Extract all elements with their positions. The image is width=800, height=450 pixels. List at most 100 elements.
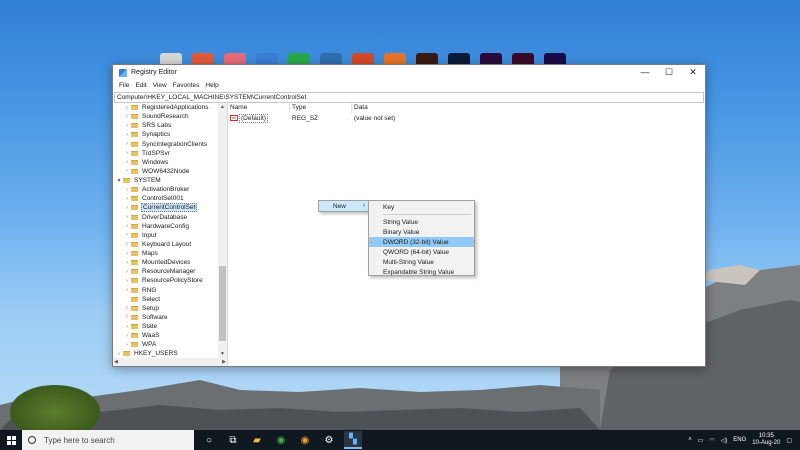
battery-icon[interactable]: ▭ <box>698 437 704 444</box>
language-indicator[interactable]: ENG <box>733 437 746 443</box>
chevron-right-icon[interactable]: › <box>123 150 131 156</box>
chevron-right-icon[interactable]: › <box>123 123 131 129</box>
scroll-down-arrow-icon[interactable]: ▼ <box>218 350 227 358</box>
chevron-right-icon[interactable]: › <box>123 260 131 266</box>
chevron-right-icon[interactable]: › <box>123 168 131 174</box>
address-bar[interactable]: Computer\HKEY_LOCAL_MACHINE\SYSTEM\Curre… <box>114 92 704 103</box>
submenu-item-qword-value[interactable]: QWORD (64-bit) Value <box>369 247 474 257</box>
chevron-right-icon[interactable]: › <box>123 305 131 311</box>
file-explorer-icon[interactable]: ▰ <box>248 431 266 449</box>
chevron-down-icon[interactable]: ▼ <box>115 178 123 184</box>
tree-item[interactable]: › HardwareConfig <box>113 222 217 231</box>
chevron-right-icon[interactable]: › <box>123 114 131 120</box>
menu-favorites[interactable]: Favorites <box>170 82 203 89</box>
tree-horizontal-scrollbar[interactable]: ◀ ▶ <box>113 358 227 366</box>
chevron-right-icon[interactable]: › <box>123 241 131 247</box>
chevron-right-icon[interactable]: › <box>123 196 131 202</box>
chevron-right-icon[interactable]: › <box>115 351 123 357</box>
menu-item-new[interactable]: New › <box>319 201 368 211</box>
tree-item[interactable]: › WOW6432Node <box>113 167 217 176</box>
registry-editor-taskbar-icon[interactable]: ▚ <box>344 431 362 449</box>
menu-edit[interactable]: Edit <box>132 82 149 89</box>
tree-item[interactable]: › DriverDatabase <box>113 213 217 222</box>
column-header-name[interactable]: Name <box>228 103 290 113</box>
tree-item[interactable]: › WaaS <box>113 331 217 340</box>
clock[interactable]: 10:35 10-Aug-20 <box>752 433 780 447</box>
tree-item[interactable]: › CurrentControlSet <box>113 203 217 213</box>
tree-item[interactable]: › WPA <box>113 340 217 349</box>
tree-item[interactable]: › State <box>113 322 217 331</box>
chevron-right-icon[interactable]: › <box>123 287 131 293</box>
tree-vertical-scrollbar[interactable]: ▲ ▼ <box>218 103 227 358</box>
submenu-item-expandable-string-value[interactable]: Expandable String Value <box>369 267 474 277</box>
tree-item[interactable]: › Setup <box>113 304 217 313</box>
chevron-right-icon[interactable]: › <box>123 205 131 211</box>
submenu-item-multi-string-value[interactable]: Multi-String Value <box>369 257 474 267</box>
settings-gear-icon[interactable]: ⚙ <box>320 431 338 449</box>
chevron-right-icon[interactable]: › <box>123 324 131 330</box>
submenu-item-string-value[interactable]: String Value <box>369 217 474 227</box>
chevron-right-icon[interactable]: › <box>123 232 131 238</box>
task-view-icon[interactable]: ⧉ <box>224 431 242 449</box>
close-button[interactable]: ✕ <box>681 65 705 80</box>
tree-item[interactable]: › Maps <box>113 249 217 258</box>
notifications-icon[interactable]: ▢ <box>786 437 792 444</box>
submenu-item-key[interactable]: Key <box>369 202 474 212</box>
scroll-left-arrow-icon[interactable]: ◀ <box>114 359 118 365</box>
tree-item[interactable]: › ResourcePolicyStore <box>113 276 217 285</box>
chrome-icon[interactable]: ◉ <box>272 431 290 449</box>
chevron-right-icon[interactable]: › <box>123 278 131 284</box>
chevron-right-icon[interactable]: › <box>123 159 131 165</box>
scrollbar-thumb[interactable] <box>219 266 226 341</box>
maximize-button[interactable]: ☐ <box>657 65 681 80</box>
tree-item[interactable]: › SRS Labs <box>113 121 217 130</box>
chevron-right-icon[interactable]: › <box>123 223 131 229</box>
tree-item[interactable]: › SyncIntegrationClients <box>113 140 217 149</box>
tree-item[interactable]: › SoundResearch <box>113 112 217 121</box>
start-button[interactable] <box>0 430 22 450</box>
chevron-right-icon[interactable]: › <box>123 132 131 138</box>
taskbar-search[interactable]: Type here to search <box>22 430 194 450</box>
tree-item[interactable]: › TrdSPSvr <box>113 149 217 158</box>
scroll-up-arrow-icon[interactable]: ▲ <box>218 103 227 111</box>
volume-icon[interactable]: ◁) <box>721 437 728 444</box>
chevron-right-icon[interactable]: › <box>123 333 131 339</box>
menu-help[interactable]: Help <box>202 82 221 89</box>
column-header-type[interactable]: Type <box>290 103 352 113</box>
tree-item[interactable]: ▼ SYSTEM <box>113 176 217 185</box>
tree-item[interactable]: › Synaptics <box>113 130 217 139</box>
menu-view[interactable]: View <box>150 82 170 89</box>
chevron-right-icon[interactable]: › <box>123 105 131 111</box>
tree-item[interactable]: › Input <box>113 231 217 240</box>
cortana-icon[interactable]: ○ <box>200 431 218 449</box>
tree-item[interactable]: › ActivationBroker <box>113 185 217 194</box>
chevron-right-icon[interactable]: › <box>123 187 131 193</box>
chevron-right-icon[interactable]: › <box>123 214 131 220</box>
chevron-up-icon[interactable]: ˄ <box>688 437 692 443</box>
chevron-right-icon[interactable]: › <box>123 342 131 348</box>
tree-item[interactable]: › RNG <box>113 286 217 295</box>
tree-item[interactable]: › Windows <box>113 158 217 167</box>
tree-item[interactable]: › RegisteredApplications <box>113 103 217 112</box>
submenu-item-dword-value[interactable]: DWORD (32-bit) Value <box>369 237 474 247</box>
tree-item[interactable]: Select <box>113 295 217 304</box>
menu-file[interactable]: File <box>116 82 132 89</box>
chevron-right-icon[interactable]: › <box>123 314 131 320</box>
submenu-item-binary-value[interactable]: Binary Value <box>369 227 474 237</box>
tree-item[interactable]: › Keyboard Layout <box>113 240 217 249</box>
chevron-right-icon[interactable]: › <box>123 251 131 257</box>
minimize-button[interactable]: — <box>633 65 657 80</box>
scroll-right-arrow-icon[interactable]: ▶ <box>222 359 226 365</box>
column-header-data[interactable]: Data <box>352 103 432 113</box>
value-name: (Default) <box>239 113 268 123</box>
chrome-canary-icon[interactable]: ◉ <box>296 431 314 449</box>
tree-item[interactable]: › ControlSet001 <box>113 194 217 203</box>
value-row[interactable]: ab (Default) REG_SZ (value not set) <box>228 113 705 123</box>
tree-item[interactable]: › MountedDevices <box>113 258 217 267</box>
tree-item[interactable]: › Software <box>113 313 217 322</box>
wifi-icon[interactable]: ◠ <box>709 437 714 444</box>
title-bar[interactable]: Registry Editor — ☐ ✕ <box>113 65 705 80</box>
tree-item[interactable]: › ResourceManager <box>113 267 217 276</box>
chevron-right-icon[interactable]: › <box>123 269 131 275</box>
chevron-right-icon[interactable]: › <box>123 141 131 147</box>
